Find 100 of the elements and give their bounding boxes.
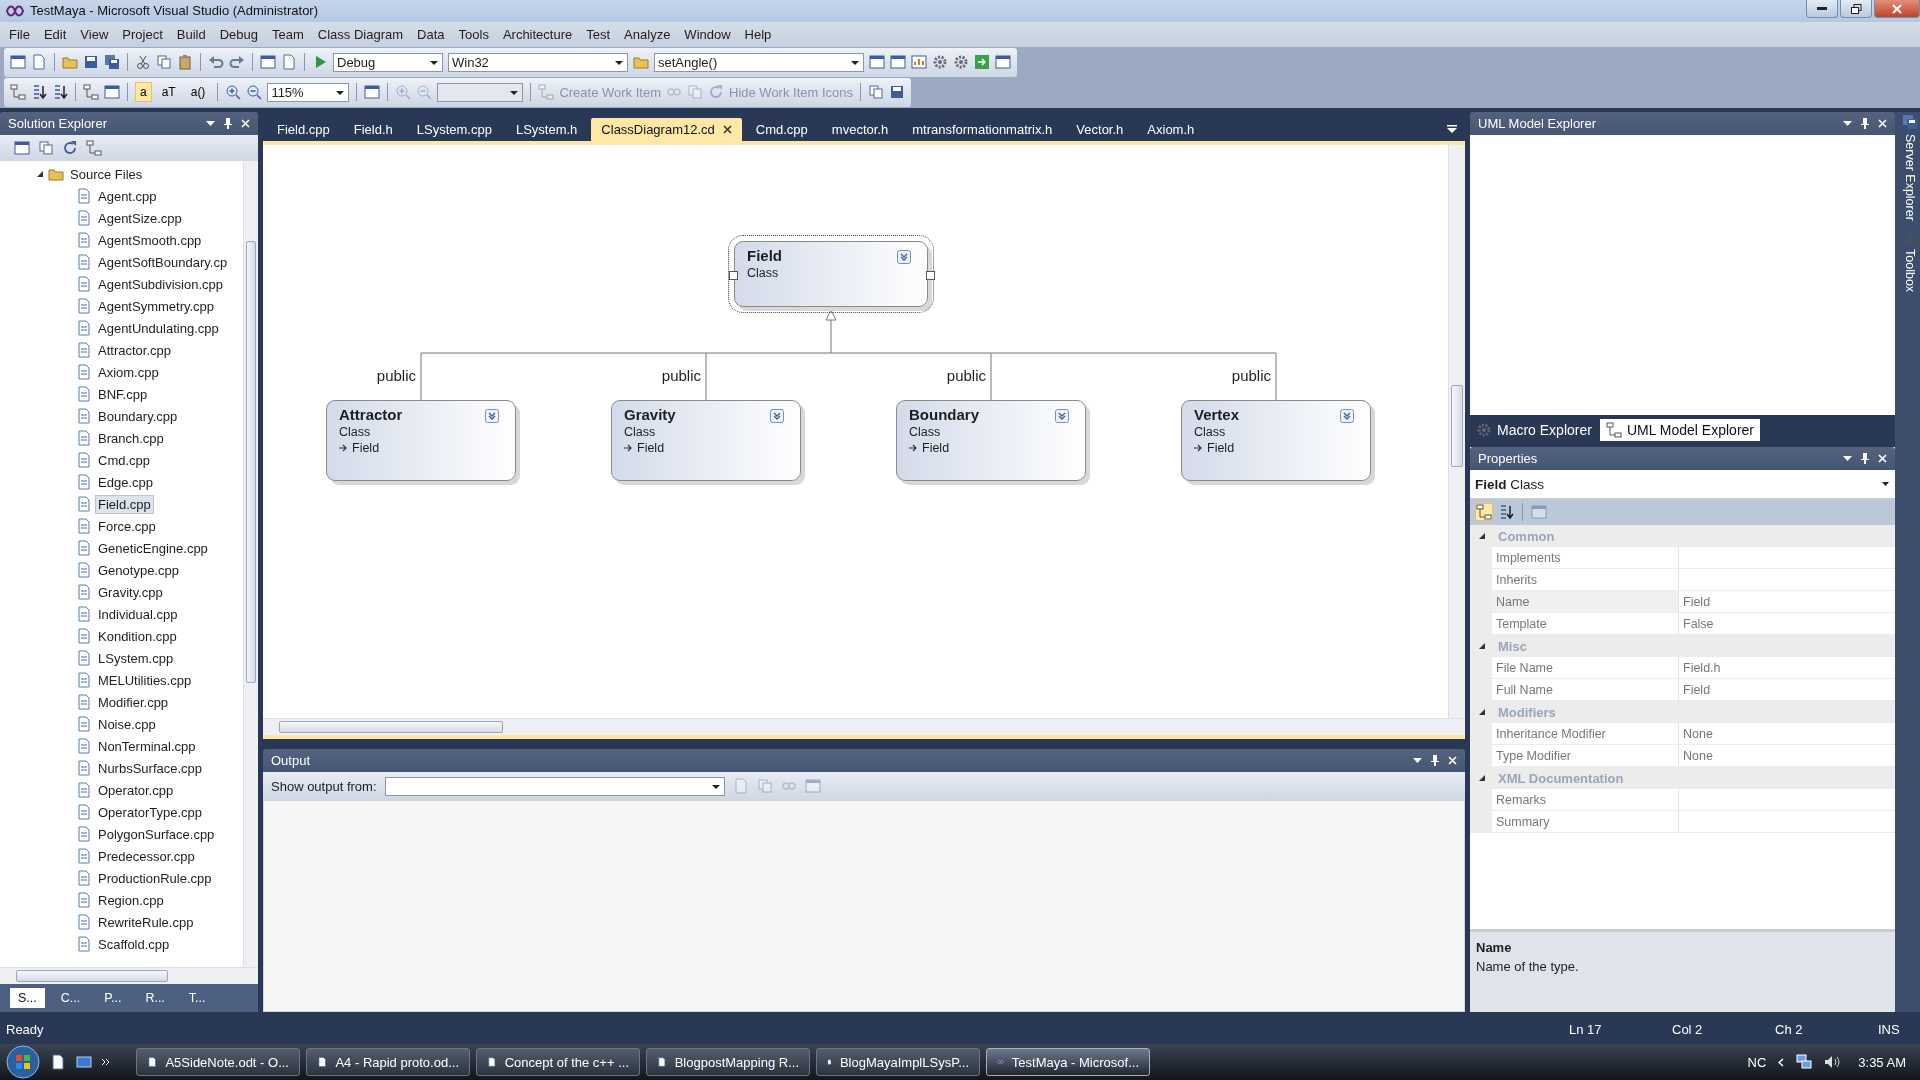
property-name[interactable]: Full Name [1492,679,1679,701]
minimize-button[interactable] [1806,0,1838,18]
sort-icon[interactable] [52,84,68,101]
property-name[interactable]: Inheritance Modifier [1492,723,1679,745]
tree-item[interactable]: Cmd.cpp [96,451,153,469]
horizontal-scrollbar[interactable] [263,718,1465,736]
tree-icon[interactable] [83,84,99,101]
collapse-triangle-icon[interactable] [1478,774,1486,783]
chevron-left-icon[interactable] [1778,1057,1785,1067]
panel-tab[interactable]: C... [52,988,89,1008]
tree-item[interactable]: NurbsSurface.cpp [96,759,205,777]
tree-item[interactable]: AgentSmooth.cpp [96,231,204,249]
member-format-button[interactable]: a [135,82,152,103]
document-tab[interactable]: Field.h [343,118,403,142]
panel-tab[interactable]: S... [10,988,45,1008]
find-dropdown[interactable]: setAngle() [654,52,864,72]
tree-item[interactable]: NonTerminal.cpp [96,737,198,755]
tree-icon[interactable] [10,84,26,101]
platform-dropdown[interactable]: Win32 [448,52,628,72]
property-name[interactable]: Template [1492,613,1679,635]
vertical-scrollbar[interactable] [1448,145,1465,719]
zoom-in-icon[interactable] [225,84,242,101]
property-name[interactable]: Summary [1492,811,1679,833]
layout-icon[interactable] [104,84,120,101]
tree-item[interactable]: Branch.cpp [96,429,166,447]
pin-icon[interactable] [1431,755,1439,767]
pin-icon[interactable] [1861,453,1869,465]
menu-item[interactable]: View [73,26,116,42]
taskbar-button[interactable]: Concept of the c++ ... [476,1048,640,1076]
tree-item[interactable]: AgentUndulating.cpp [96,319,221,337]
panel-tab[interactable]: UML Model Explorer [1599,419,1760,442]
dropdown-arrow-icon[interactable] [1843,121,1852,127]
tree-item[interactable]: AgentSize.cpp [96,209,184,227]
tree-item[interactable]: AgentSoftBoundary.cp [96,253,230,271]
close-button[interactable] [1874,0,1920,18]
tree-item[interactable]: Force.cpp [96,517,158,535]
member-format-button[interactable]: aT [156,82,181,103]
expand-chevron-icon[interactable] [897,250,911,265]
server-icon[interactable] [1902,114,1918,131]
copy-icon[interactable] [156,54,172,71]
add-item-icon[interactable] [31,54,47,71]
side-tab[interactable]: Toolbox [1903,249,1917,293]
dropdown-arrow-icon[interactable] [1882,482,1889,487]
property-name[interactable]: Implements [1492,547,1679,569]
document-tab[interactable]: Cmd.cpp [745,118,818,142]
close-icon[interactable] [722,125,732,135]
taskbar-button[interactable]: BlogMayaImplLSysP... [816,1048,980,1076]
menu-item[interactable]: Test [579,26,618,42]
document-tab[interactable]: ClassDiagram12.cd [591,118,742,142]
save-all-icon[interactable] [104,54,120,71]
panel-tab[interactable]: T... [180,988,214,1008]
document-icon[interactable] [50,1054,66,1070]
tree-item[interactable]: Scaffold.cpp [96,935,172,953]
resize-handle[interactable] [926,271,935,281]
menu-item[interactable]: Project [115,26,170,42]
taskbar-button[interactable]: TestMaya - Microsof... [986,1048,1150,1076]
document-tab[interactable]: LSystem.h [505,118,588,142]
more-icon[interactable] [102,1058,110,1066]
zoom-dropdown[interactable]: 115% [267,82,350,102]
menu-item[interactable]: Debug [212,26,265,42]
tree-item[interactable]: Attractor.cpp [96,341,173,359]
document-tab[interactable]: Vector.h [1066,118,1134,142]
volume-icon[interactable] [1824,1054,1841,1070]
desktop-icon[interactable] [76,1054,92,1070]
output-source-dropdown[interactable] [384,776,725,796]
start-button[interactable] [6,1045,40,1079]
panel-tab[interactable]: R... [137,988,173,1008]
property-value[interactable]: None [1679,723,1895,745]
menu-item[interactable]: Window [677,26,738,42]
resize-handle[interactable] [729,271,738,281]
expand-chevron-icon[interactable] [770,409,784,424]
menu-item[interactable]: Class Diagram [310,26,411,42]
language-indicator[interactable]: NC [1747,1054,1767,1070]
property-name[interactable]: Name [1492,591,1679,613]
document-tab[interactable]: LSystem.cpp [406,118,502,142]
tree-item[interactable]: Noise.cpp [96,715,158,733]
save-icon[interactable] [83,54,99,71]
categorized-icon[interactable] [1476,504,1492,521]
tree-item[interactable]: BNF.cpp [96,385,150,403]
expand-chevron-icon[interactable] [1055,409,1069,424]
restore-button[interactable] [1840,0,1872,18]
tree-item[interactable]: OperatorType.cpp [96,803,205,821]
tree-item[interactable]: Agent.cpp [96,187,159,205]
expand-chevron-icon[interactable] [485,409,499,424]
clock[interactable]: 3:35 AM [1858,1054,1906,1070]
tree-item[interactable]: ProductionRule.cpp [96,869,214,887]
document-tab[interactable]: Field.cpp [267,118,340,142]
tree-item[interactable]: MELUtilities.cpp [96,671,194,689]
taskbar-button[interactable]: A5SideNote.odt - O... [136,1048,300,1076]
tree-item[interactable]: AgentSubdivision.cpp [96,275,226,293]
menu-item[interactable]: Architecture [495,26,580,42]
tree-item[interactable]: Gravity.cpp [96,583,165,601]
expand-chevron-icon[interactable] [1340,409,1354,424]
tree-item[interactable]: Predecessor.cpp [96,847,197,865]
cut-icon[interactable] [135,54,151,71]
menu-item[interactable]: File [2,26,37,42]
network-icon[interactable] [1796,1054,1813,1070]
tree-icon[interactable] [86,140,102,157]
menu-item[interactable]: Edit [36,26,74,42]
panel-tab[interactable]: Macro Explorer [1470,419,1598,442]
